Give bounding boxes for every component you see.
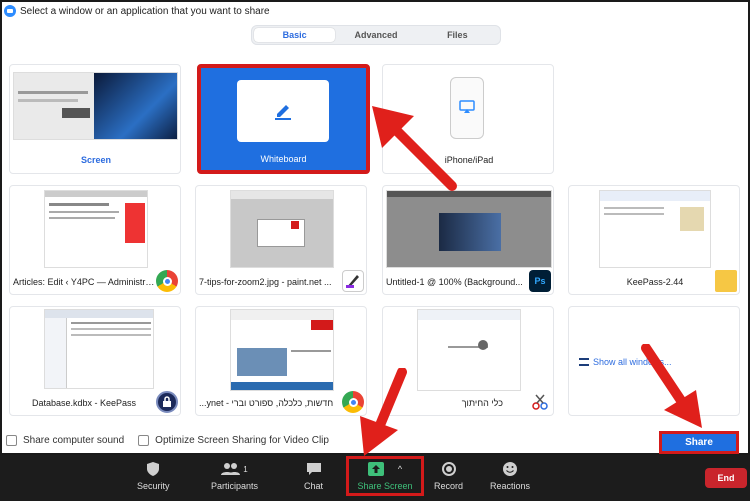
keepass-icon [156, 391, 178, 413]
window-label: Untitled-1 @ 100% (Background... [386, 277, 523, 287]
photoshop-icon: Ps [529, 270, 551, 292]
whiteboard-card [237, 80, 329, 142]
paintnet-icon [342, 270, 364, 292]
shield-icon [144, 461, 162, 477]
record-label: Record [434, 481, 464, 491]
tile-screen[interactable]: Screen [9, 64, 181, 174]
chat-button[interactable]: Chat [304, 461, 323, 491]
window-thumbnail [44, 309, 154, 389]
tile-window-snipping[interactable]: כלי החיתוך [382, 306, 554, 416]
tab-bar: Basic Advanced Files [251, 25, 501, 45]
share-screen-label: Share Screen [357, 481, 413, 491]
security-button[interactable]: Security [137, 461, 170, 491]
participants-label: Participants [211, 481, 259, 491]
tile-window-keepass-db[interactable]: Database.kdbx - KeePass [9, 306, 181, 416]
window-thumbnail [386, 190, 552, 268]
show-all-windows-link[interactable]: Show all windows... [593, 357, 733, 367]
window-label: Articles: Edit ‹ Y4PC — Administra... [13, 277, 155, 287]
share-sound-option[interactable]: Share computer sound [6, 435, 124, 446]
window-label: כלי החיתוך [461, 398, 503, 408]
people-icon: 1 [220, 461, 250, 477]
window-thumbnail [230, 309, 334, 391]
tile-iphone-label: iPhone/iPad [444, 155, 494, 165]
pencil-icon [275, 105, 291, 120]
share-options: Share computer sound Optimize Screen Sha… [6, 435, 329, 446]
chevron-up-icon[interactable]: ^ [398, 464, 402, 474]
tile-window-keepass-folder[interactable]: KeePass-2.44 [568, 185, 740, 295]
participants-count: 1 [243, 464, 248, 474]
reactions-button[interactable]: Reactions [490, 461, 530, 491]
tab-files[interactable]: Files [417, 28, 498, 42]
optimize-video-label: Optimize Screen Sharing for Video Clip [155, 435, 329, 446]
snipping-icon [529, 391, 551, 413]
record-icon [440, 461, 458, 477]
tile-iphone[interactable]: iPhone/iPad [382, 64, 554, 174]
reactions-label: Reactions [490, 481, 531, 491]
share-screen-button[interactable]: ^ Share Screen [346, 456, 424, 496]
dialog-title: Select a window or an application that y… [20, 5, 270, 17]
smiley-icon [501, 461, 519, 477]
tab-basic[interactable]: Basic [254, 28, 336, 42]
window-thumbnail [44, 190, 148, 268]
share-sound-checkbox[interactable] [6, 435, 17, 446]
tile-window-paintnet[interactable]: 7-tips-for-zoom2.jpg - paint.net ... [195, 185, 367, 295]
window-thumbnail [230, 190, 334, 268]
chat-icon [305, 461, 323, 477]
share-screen-icon: ^ [355, 461, 415, 477]
record-button[interactable]: Record [434, 461, 463, 491]
tile-show-all[interactable]: Show all windows... [568, 306, 740, 416]
chrome-icon [342, 391, 364, 413]
optimize-video-checkbox[interactable] [138, 435, 150, 446]
security-label: Security [137, 481, 170, 491]
tile-window-chrome-y4pc[interactable]: Articles: Edit ‹ Y4PC — Administra... [9, 185, 181, 295]
folder-icon [715, 270, 737, 292]
share-dialog: Select a window or an application that y… [0, 0, 750, 455]
tile-window-ynet[interactable]: ...ynet - חדשות, כלכלה, ספורט וברי [195, 306, 367, 416]
tile-screen-label: Screen [80, 155, 112, 165]
share-sound-label: Share computer sound [23, 435, 125, 446]
tab-advanced[interactable]: Advanced [335, 28, 416, 42]
list-icon [579, 358, 589, 366]
phone-icon [450, 77, 484, 139]
chrome-icon [156, 270, 178, 292]
optimize-video-option[interactable]: Optimize Screen Sharing for Video Clip [138, 435, 329, 446]
tile-whiteboard-label: Whiteboard [260, 154, 307, 164]
window-label: Database.kdbx - KeePass [32, 398, 137, 408]
window-label: 7-tips-for-zoom2.jpg - paint.net ... [199, 277, 332, 287]
participants-button[interactable]: 1 Participants [211, 461, 258, 491]
window-thumbnail [417, 309, 521, 391]
meeting-toolbar: Security 1 Participants Chat ^ Share Scr… [0, 455, 750, 501]
title-bar: Select a window or an application that y… [4, 4, 270, 18]
share-button[interactable]: Share [659, 431, 739, 454]
tile-window-photoshop[interactable]: Untitled-1 @ 100% (Background... Ps [382, 185, 554, 295]
window-label: ...ynet - חדשות, כלכלה, ספורט וברי [199, 398, 334, 408]
screen-thumbnail [13, 72, 178, 140]
chat-label: Chat [304, 481, 324, 491]
window-thumbnail [599, 190, 711, 268]
tile-whiteboard[interactable]: Whiteboard [197, 64, 370, 174]
end-meeting-button[interactable]: End [705, 468, 747, 488]
zoom-icon [4, 5, 16, 17]
